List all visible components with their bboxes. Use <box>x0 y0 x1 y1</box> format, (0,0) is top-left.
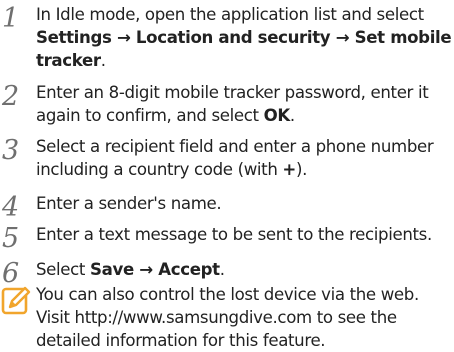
note-text: You can also control the lost device via… <box>36 285 419 350</box>
step-number: 5 <box>2 223 20 254</box>
step-text: Enter an 8-digit mobile tracker password… <box>36 81 452 127</box>
step-text: Enter a text message to be sent to the r… <box>36 225 432 244</box>
step-instruction: Select <box>36 260 91 279</box>
instruction-page: 1 In Idle mode, open the application lis… <box>0 0 454 350</box>
step-punctuation: . <box>289 106 295 125</box>
step-text: Enter a sender's name. <box>36 194 222 213</box>
step-punctuation: . <box>219 260 225 279</box>
step-number: 6 <box>2 258 20 289</box>
menu-path: Save → Accept <box>90 260 220 279</box>
plus-symbol: + <box>282 160 296 179</box>
step-instruction: Enter an 8-digit mobile tracker password… <box>36 83 429 125</box>
step-punctuation: ). <box>295 160 308 179</box>
step-number: 3 <box>2 135 20 166</box>
menu-path: Settings → Location and security → Set m… <box>36 28 452 70</box>
step-text: Select Save → Accept. <box>36 258 452 281</box>
step-text: Select a recipient field and enter a pho… <box>36 135 452 181</box>
step-number: 2 <box>2 81 20 112</box>
step-instruction: Select a recipient field and enter a pho… <box>36 137 434 179</box>
step-number: 1 <box>2 3 20 34</box>
ok-label: OK <box>263 106 291 125</box>
step-text: In Idle mode, open the application list … <box>36 3 452 72</box>
step-punctuation: . <box>100 51 106 70</box>
step-instruction: In Idle mode, open the application list … <box>36 5 424 24</box>
step-number: 4 <box>2 192 20 223</box>
note-pencil-icon <box>1 286 31 315</box>
